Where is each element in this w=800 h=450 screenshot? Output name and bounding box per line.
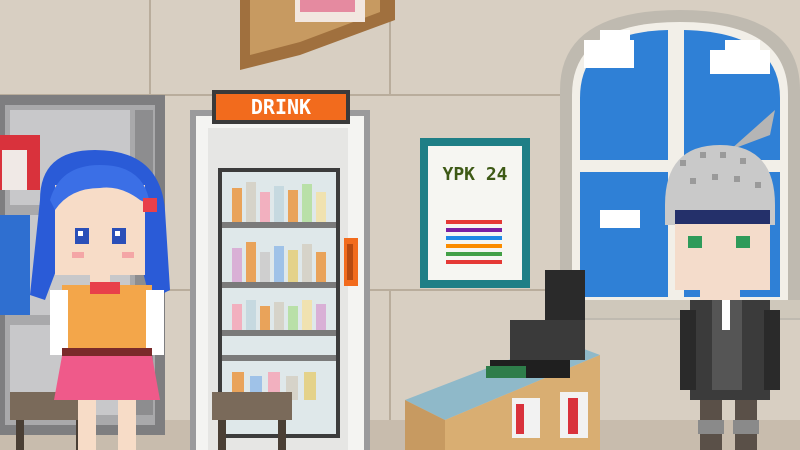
fridge-sign-label: DRINK	[251, 95, 311, 119]
game-scene: DRINK YPK 24	[0, 0, 800, 450]
wall-poster[interactable]: YPK 24	[420, 138, 530, 288]
scene-canvas: DRINK YPK 24	[0, 0, 800, 450]
poster-heading: YPK 24	[442, 164, 507, 185]
